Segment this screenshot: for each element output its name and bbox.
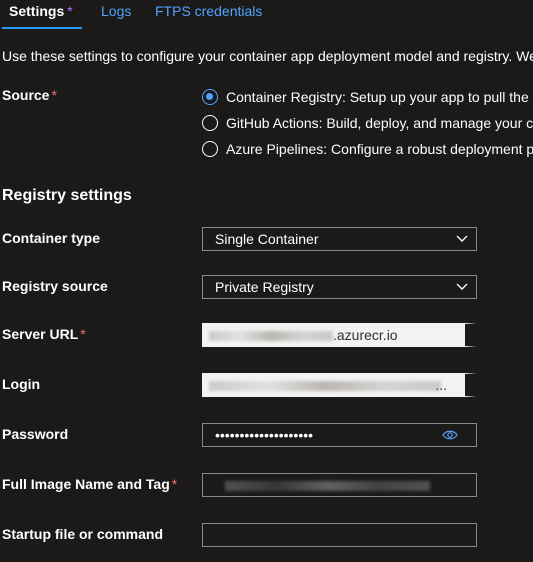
page-description: Use these settings to configure your con… (2, 48, 533, 64)
source-option-azure-pipelines[interactable]: Azure Pipelines: Configure a robust depl… (202, 139, 533, 159)
eye-icon[interactable] (442, 429, 458, 441)
image-name-label: Full Image Name and Tag * (2, 475, 177, 493)
login-ellipsis: ... (435, 377, 447, 393)
startup-command-label: Startup file or command (2, 526, 164, 542)
password-input[interactable]: •••••••••••••••••••• (202, 423, 477, 447)
source-label: Source * (2, 86, 57, 104)
source-option-github-actions[interactable]: GitHub Actions: Build, deploy, and manag… (202, 113, 533, 133)
required-marker: * (80, 326, 86, 342)
app-service-settings-page: Settings * Logs FTPS credentials Use thes… (0, 0, 533, 562)
image-name-label-text: Full Image Name and Tag (2, 476, 170, 492)
registry-settings-heading: Registry settings (2, 187, 132, 204)
source-option-label: Container Registry: Setup up your app to… (226, 89, 529, 105)
tab-settings[interactable]: Settings * (9, 2, 73, 20)
password-value: •••••••••••••••••••• (215, 427, 314, 443)
required-marker: * (171, 476, 178, 492)
tab-logs[interactable]: Logs (101, 2, 131, 20)
server-url-label-text: Server URL (2, 326, 79, 342)
redacted-text (209, 331, 333, 342)
server-url-label: Server URL * (2, 325, 86, 343)
registry-source-label: Registry source (2, 278, 108, 294)
server-url-input[interactable]: .azurecr.io (202, 323, 477, 347)
chevron-down-icon (456, 235, 468, 242)
container-type-value: Single Container (215, 231, 319, 247)
source-option-label: GitHub Actions: Build, deploy, and manag… (226, 115, 533, 131)
container-type-dropdown[interactable]: Single Container (202, 227, 477, 251)
radio-unchecked-icon[interactable] (202, 115, 218, 131)
startup-command-input[interactable] (202, 523, 477, 547)
login-input[interactable]: ... (202, 373, 477, 397)
image-name-input[interactable] (202, 473, 477, 497)
registry-source-value: Private Registry (215, 279, 314, 295)
server-url-suffix: .azurecr.io (333, 327, 398, 343)
source-label-text: Source (2, 87, 50, 103)
container-type-label: Container type (2, 230, 101, 246)
required-marker: * (51, 87, 57, 103)
tab-modified-marker: * (67, 3, 73, 19)
source-option-container-registry[interactable]: Container Registry: Setup up your app to… (202, 87, 529, 107)
radio-unchecked-icon[interactable] (202, 141, 218, 157)
redacted-text (209, 381, 441, 392)
login-label: Login (2, 376, 41, 392)
chevron-down-icon (456, 283, 468, 290)
registry-source-dropdown[interactable]: Private Registry (202, 275, 477, 299)
radio-checked-icon[interactable] (202, 89, 218, 105)
tab-settings-label: Settings (9, 3, 65, 19)
password-label: Password (2, 426, 69, 442)
redacted-text (225, 481, 430, 492)
active-tab-indicator (2, 27, 82, 29)
tab-ftps-credentials[interactable]: FTPS credentials (155, 2, 262, 20)
source-option-label: Azure Pipelines: Configure a robust depl… (226, 141, 533, 157)
